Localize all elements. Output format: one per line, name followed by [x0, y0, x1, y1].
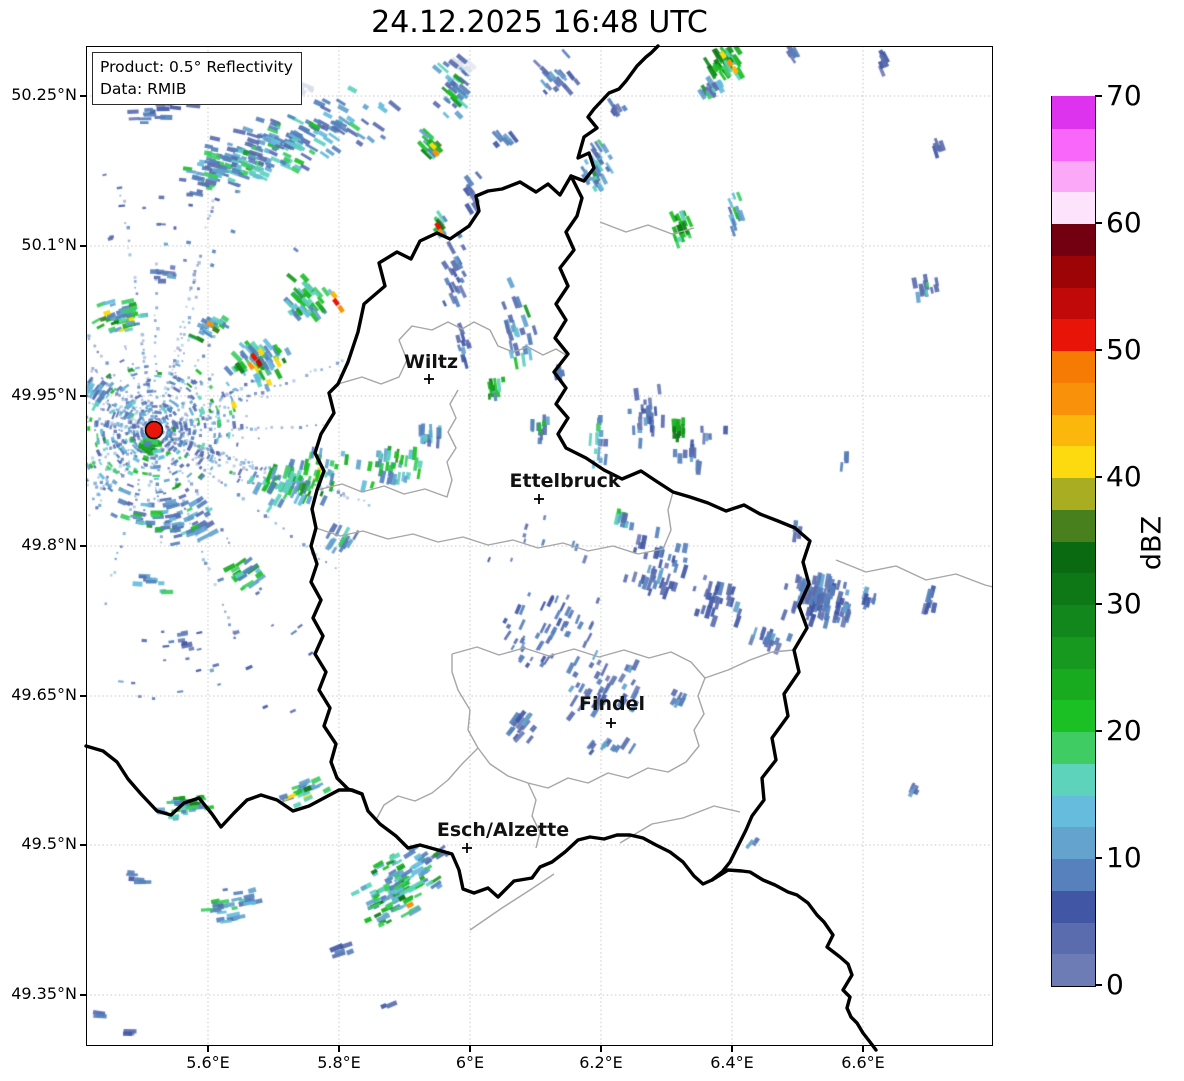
y-tickmark	[80, 545, 86, 547]
x-tick-label: 6.6°E	[841, 1053, 885, 1072]
admin-border-path	[316, 389, 459, 498]
x-tickmark	[731, 1046, 733, 1052]
x-tick-label: 6.2°E	[579, 1053, 623, 1072]
country-border-path	[309, 174, 812, 899]
y-tickmark	[80, 395, 86, 397]
y-tick-label: 49.5°N	[21, 834, 77, 853]
x-tickmark	[338, 1046, 340, 1052]
x-tick-label: 6°E	[455, 1053, 485, 1072]
product-info-box: Product: 0.5° Reflectivity Data: RMIB	[92, 52, 302, 105]
country-border-path	[84, 744, 364, 829]
x-tick-label: 5.6°E	[186, 1053, 230, 1072]
y-tick-label: 49.95°N	[11, 385, 77, 404]
y-tickmark	[80, 245, 86, 247]
map-borders-layer	[84, 44, 994, 1052]
x-tickmark	[469, 1046, 471, 1052]
y-tickmark	[80, 844, 86, 846]
x-tickmark	[600, 1046, 602, 1052]
y-tickmark	[80, 695, 86, 697]
x-tickmark	[862, 1046, 864, 1052]
admin-border-path	[599, 221, 695, 235]
y-tick-label: 49.65°N	[11, 685, 77, 704]
y-tick-label: 50.1°N	[21, 235, 77, 254]
admin-border-path	[835, 559, 994, 588]
city-label: Esch/Alzette	[436, 819, 570, 841]
y-tick-label: 50.25°N	[11, 85, 77, 104]
admin-border-path	[375, 747, 479, 821]
x-tick-label: 6.4°E	[710, 1053, 754, 1072]
y-tick-label: 49.35°N	[11, 984, 77, 1003]
admin-border-path	[451, 646, 706, 789]
country-border-path	[569, 44, 660, 183]
radar-figure: 24.12.2025 16:48 UTC Product: 0.5° Refle…	[0, 0, 1184, 1081]
x-tickmark	[207, 1046, 209, 1052]
country-border-path	[710, 868, 878, 1052]
city-label: Ettelbruck	[509, 470, 621, 492]
y-tick-label: 49.8°N	[21, 535, 77, 554]
admin-border-path	[315, 491, 674, 555]
data-source-line: Data: RMIB	[100, 80, 187, 98]
y-tickmark	[80, 95, 86, 97]
product-line: Product: 0.5° Reflectivity	[100, 58, 293, 76]
y-tickmark	[80, 994, 86, 996]
admin-border-path	[704, 649, 795, 679]
x-tick-label: 5.8°E	[317, 1053, 361, 1072]
city-label: Wiltz	[403, 351, 459, 373]
city-label: Findel	[578, 693, 646, 715]
radar-site-dot	[144, 420, 164, 440]
